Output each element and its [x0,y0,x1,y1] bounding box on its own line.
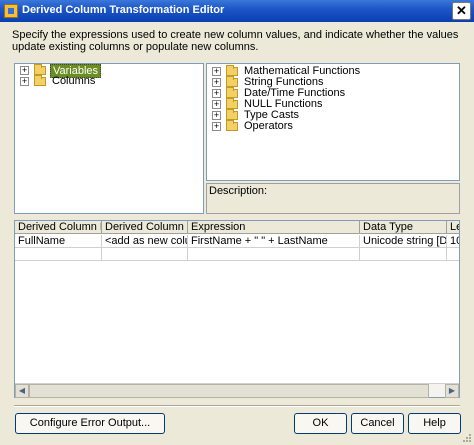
expand-icon[interactable]: + [212,78,221,87]
configure-error-output-button[interactable]: Configure Error Output... [15,413,165,434]
window-title: Derived Column Transformation Editor [22,4,225,16]
folder-icon [226,87,238,98]
description-pane: Description: [206,183,460,214]
ok-button[interactable]: OK [294,413,347,434]
expand-icon[interactable]: + [212,122,221,131]
instruction-text: Specify the expressions used to create n… [12,29,459,53]
cell-empty[interactable] [15,248,102,261]
expand-icon[interactable]: + [212,67,221,76]
cell-empty[interactable] [360,248,447,261]
resize-grip-icon[interactable] [462,433,472,443]
folder-icon [226,76,238,87]
cell-empty[interactable] [447,248,459,261]
horizontal-scrollbar[interactable]: ◀ ▶ [15,383,459,398]
cell-derived-column[interactable]: <add as new column> [102,235,188,248]
scroll-left-icon[interactable]: ◀ [15,384,29,398]
close-icon[interactable]: ✕ [452,2,471,20]
folder-icon [34,75,46,86]
tree-node-operators[interactable]: + Operators [212,120,452,132]
cancel-button[interactable]: Cancel [351,413,404,434]
expand-icon[interactable]: + [212,111,221,120]
column-header-data-type[interactable]: Data Type [360,221,447,234]
cell-length[interactable]: 10 [447,235,459,248]
tree-node-columns[interactable]: + Columns [20,75,190,87]
cell-expression[interactable]: FirstName + " " + LastName [188,235,360,248]
tree-node-label: Operators [244,120,293,132]
expand-icon[interactable]: + [20,66,29,75]
derived-columns-grid[interactable]: Derived Column Name Derived Column Expre… [14,220,460,398]
cell-derived-column-name[interactable]: FullName [15,235,102,248]
folder-icon [226,109,238,120]
cell-data-type[interactable]: Unicode string [DT_W... [360,235,447,248]
help-button[interactable]: Help [408,413,461,434]
title-bar[interactable]: Derived Column Transformation Editor ✕ [0,0,474,22]
button-separator [14,405,460,407]
column-header-derived-column-name[interactable]: Derived Column Name [15,221,102,234]
description-label: Description: [209,185,268,197]
column-header-expression[interactable]: Expression [188,221,360,234]
folder-icon [226,65,238,76]
variables-columns-tree[interactable]: + Variables + Columns [14,63,204,214]
app-icon [4,4,18,18]
folder-icon [226,120,238,131]
scroll-thumb[interactable] [29,384,429,398]
tree-node-variables[interactable]: + Variables [20,64,190,78]
expand-icon[interactable]: + [20,77,29,86]
scroll-right-icon[interactable]: ▶ [445,384,459,398]
expand-icon[interactable]: + [212,89,221,98]
column-header-derived-column[interactable]: Derived Column [102,221,188,234]
cell-empty[interactable] [188,248,360,261]
folder-icon [226,98,238,109]
cell-empty[interactable] [102,248,188,261]
folder-icon [34,64,46,75]
functions-tree[interactable]: + Mathematical Functions + String Functi… [206,63,460,181]
tree-node-label: Columns [52,75,96,87]
expand-icon[interactable]: + [212,100,221,109]
column-header-length[interactable]: Len [447,221,459,234]
